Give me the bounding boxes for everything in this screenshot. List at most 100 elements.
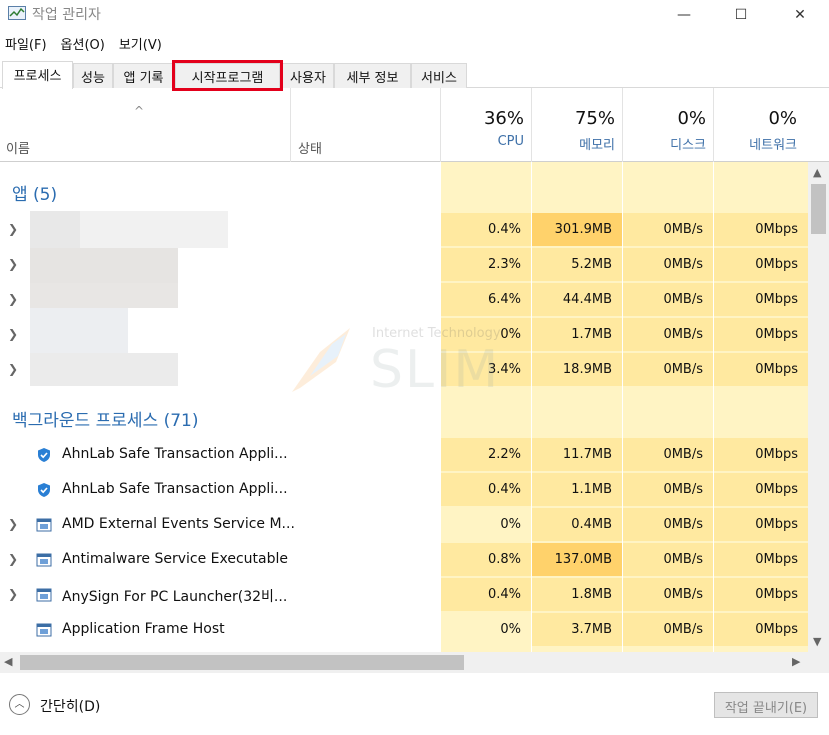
network-cell: 0Mbps bbox=[714, 283, 808, 316]
chevron-right-icon[interactable]: ❯ bbox=[8, 587, 18, 601]
group-background-processes[interactable]: 백그라운드 프로세스 (71) bbox=[12, 406, 198, 431]
window-title: 작업 관리자 bbox=[32, 7, 101, 23]
process-name: AMD External Events Service M... bbox=[62, 516, 295, 532]
maximize-button[interactable]: ☐ bbox=[718, 0, 764, 30]
memory-cell: 137.0MB bbox=[532, 543, 622, 576]
network-cell: 0Mbps bbox=[714, 473, 808, 506]
tab-processes[interactable]: 프로세스 bbox=[2, 61, 73, 89]
scroll-up-icon[interactable]: ▲ bbox=[813, 166, 821, 179]
blurred-app-name bbox=[30, 353, 178, 386]
table-row[interactable]: ❯ 2.3% 5.2MB 0MB/s 0Mbps bbox=[0, 248, 808, 283]
cpu-total: 36% bbox=[483, 108, 524, 129]
tab-users[interactable]: 사용자 bbox=[282, 63, 334, 88]
network-cell: 0Mbps bbox=[714, 318, 808, 351]
end-task-button[interactable]: 작업 끝내기(E) bbox=[714, 692, 818, 718]
memory-cell: 1.7MB bbox=[532, 318, 622, 351]
network-cell: 0Mbps bbox=[714, 213, 808, 246]
process-name: AnySign For PC Launcher(32비... bbox=[62, 589, 288, 605]
memory-cell: 0.4MB bbox=[532, 508, 622, 541]
tab-startup[interactable]: 시작프로그램 bbox=[175, 63, 280, 88]
column-cpu[interactable]: 36% CPU bbox=[436, 108, 524, 149]
column-name[interactable]: 이름 bbox=[6, 138, 30, 157]
tab-services[interactable]: 서비스 bbox=[411, 63, 467, 88]
blurred-app-name bbox=[30, 283, 178, 308]
horizontal-scroll-thumb[interactable] bbox=[20, 655, 464, 670]
table-row[interactable]: Application Frame Host 0% 3.7MB 0MB/s 0M… bbox=[0, 613, 808, 648]
column-memory[interactable]: 75% 메모리 bbox=[527, 108, 615, 153]
fewer-details-link[interactable]: 간단히(D) bbox=[40, 696, 100, 716]
network-cell: 0Mbps bbox=[714, 543, 808, 576]
chevron-up-icon[interactable]: ︿ bbox=[9, 694, 30, 715]
blurred-app-icon bbox=[30, 211, 80, 248]
column-status[interactable]: 상태 bbox=[298, 138, 322, 157]
disk-label: 디스크 bbox=[670, 138, 706, 153]
service-icon bbox=[36, 553, 52, 567]
memory-cell: 301.9MB bbox=[532, 213, 622, 246]
chevron-right-icon[interactable]: ❯ bbox=[8, 222, 18, 236]
network-total: 0% bbox=[768, 108, 797, 129]
network-cell: 0Mbps bbox=[714, 578, 808, 611]
table-row[interactable]: ❯ AMD External Events Service M... 0% 0.… bbox=[0, 508, 808, 543]
menu-bar: 파일(F) 옵션(O) 보기(V) bbox=[0, 32, 171, 56]
tab-details[interactable]: 세부 정보 bbox=[334, 63, 411, 88]
process-name: AhnLab Safe Transaction Appli... bbox=[62, 446, 288, 462]
cpu-cell: 0% bbox=[441, 508, 531, 541]
shield-icon bbox=[38, 448, 50, 462]
table-row[interactable]: ❯ 0.4% 301.9MB 0MB/s 0Mbps bbox=[0, 211, 808, 248]
disk-cell: 0MB/s bbox=[623, 248, 713, 281]
task-manager-icon bbox=[8, 6, 26, 20]
cpu-cell: 0.4% bbox=[441, 213, 531, 246]
chevron-right-icon[interactable]: ❯ bbox=[8, 362, 18, 376]
table-row[interactable]: AhnLab Safe Transaction Appli... 2.2% 11… bbox=[0, 438, 808, 473]
cpu-cell: 2.2% bbox=[441, 438, 531, 471]
blurred-app-name bbox=[80, 211, 228, 248]
menu-options[interactable]: 옵션(O) bbox=[56, 32, 111, 56]
menu-file[interactable]: 파일(F) bbox=[0, 32, 53, 56]
table-row[interactable]: ❯ Antimalware Service Executable 0.8% 13… bbox=[0, 543, 808, 578]
column-disk[interactable]: 0% 디스크 bbox=[618, 108, 706, 153]
table-row[interactable]: AhnLab Safe Transaction Appli... 0.4% 1.… bbox=[0, 473, 808, 508]
table-row[interactable]: ❯ 3.4% 18.9MB 0MB/s 0Mbps bbox=[0, 353, 808, 388]
scroll-left-icon[interactable]: ◀ bbox=[4, 655, 12, 668]
process-name: AhnLab Safe Transaction Appli... bbox=[62, 481, 288, 497]
tab-bar: 프로세스 성능 앱 기록 시작프로그램 사용자 세부 정보 서비스 bbox=[0, 61, 829, 89]
process-name: Application Frame Host bbox=[62, 621, 225, 637]
vertical-scrollbar[interactable]: ▲ ▼ bbox=[808, 162, 829, 652]
cpu-cell: 2.3% bbox=[441, 248, 531, 281]
group-apps[interactable]: 앱 (5) bbox=[12, 180, 57, 205]
horizontal-scrollbar[interactable]: ◀ ▶ bbox=[0, 652, 808, 673]
table-row[interactable]: ❯ 0% 1.7MB 0MB/s 0Mbps bbox=[0, 308, 808, 353]
column-network[interactable]: 0% 네트워크 bbox=[709, 108, 797, 153]
minimize-button[interactable]: — bbox=[661, 0, 707, 30]
tab-app-history[interactable]: 앱 기록 bbox=[113, 63, 174, 88]
chevron-right-icon[interactable]: ❯ bbox=[8, 292, 18, 306]
chevron-right-icon[interactable]: ❯ bbox=[8, 257, 18, 271]
vertical-scroll-thumb[interactable] bbox=[811, 184, 826, 234]
memory-cell: 1.8MB bbox=[532, 578, 622, 611]
cpu-cell: 0.4% bbox=[441, 473, 531, 506]
memory-cell: 11.7MB bbox=[532, 438, 622, 471]
shield-icon bbox=[38, 483, 50, 497]
scroll-right-icon[interactable]: ▶ bbox=[792, 655, 800, 668]
chevron-right-icon[interactable]: ❯ bbox=[8, 327, 18, 341]
cpu-cell: 0.4% bbox=[441, 578, 531, 611]
menu-view[interactable]: 보기(V) bbox=[114, 32, 168, 56]
close-button[interactable]: ✕ bbox=[777, 0, 823, 30]
chevron-right-icon[interactable]: ❯ bbox=[8, 552, 18, 566]
memory-cell: 18.9MB bbox=[532, 353, 622, 386]
chevron-right-icon[interactable]: ❯ bbox=[8, 517, 18, 531]
disk-cell: 0MB/s bbox=[623, 578, 713, 611]
service-icon bbox=[36, 518, 52, 532]
memory-cell: 1.1MB bbox=[532, 473, 622, 506]
cpu-label: CPU bbox=[497, 134, 524, 149]
column-divider[interactable] bbox=[290, 88, 291, 162]
scroll-down-icon[interactable]: ▼ bbox=[813, 635, 821, 648]
cpu-cell: 3.4% bbox=[441, 353, 531, 386]
disk-cell: 0MB/s bbox=[623, 543, 713, 576]
column-header: ^ 이름 상태 36% CPU 75% 메모리 0% 디스크 0% 네트워크 bbox=[0, 88, 829, 162]
tab-performance[interactable]: 성능 bbox=[73, 63, 113, 88]
memory-label: 메모리 bbox=[579, 138, 615, 153]
network-cell: 0Mbps bbox=[714, 508, 808, 541]
table-row[interactable]: ❯ AnySign For PC Launcher(32비... 0.4% 1.… bbox=[0, 578, 808, 613]
disk-cell: 0MB/s bbox=[623, 318, 713, 351]
